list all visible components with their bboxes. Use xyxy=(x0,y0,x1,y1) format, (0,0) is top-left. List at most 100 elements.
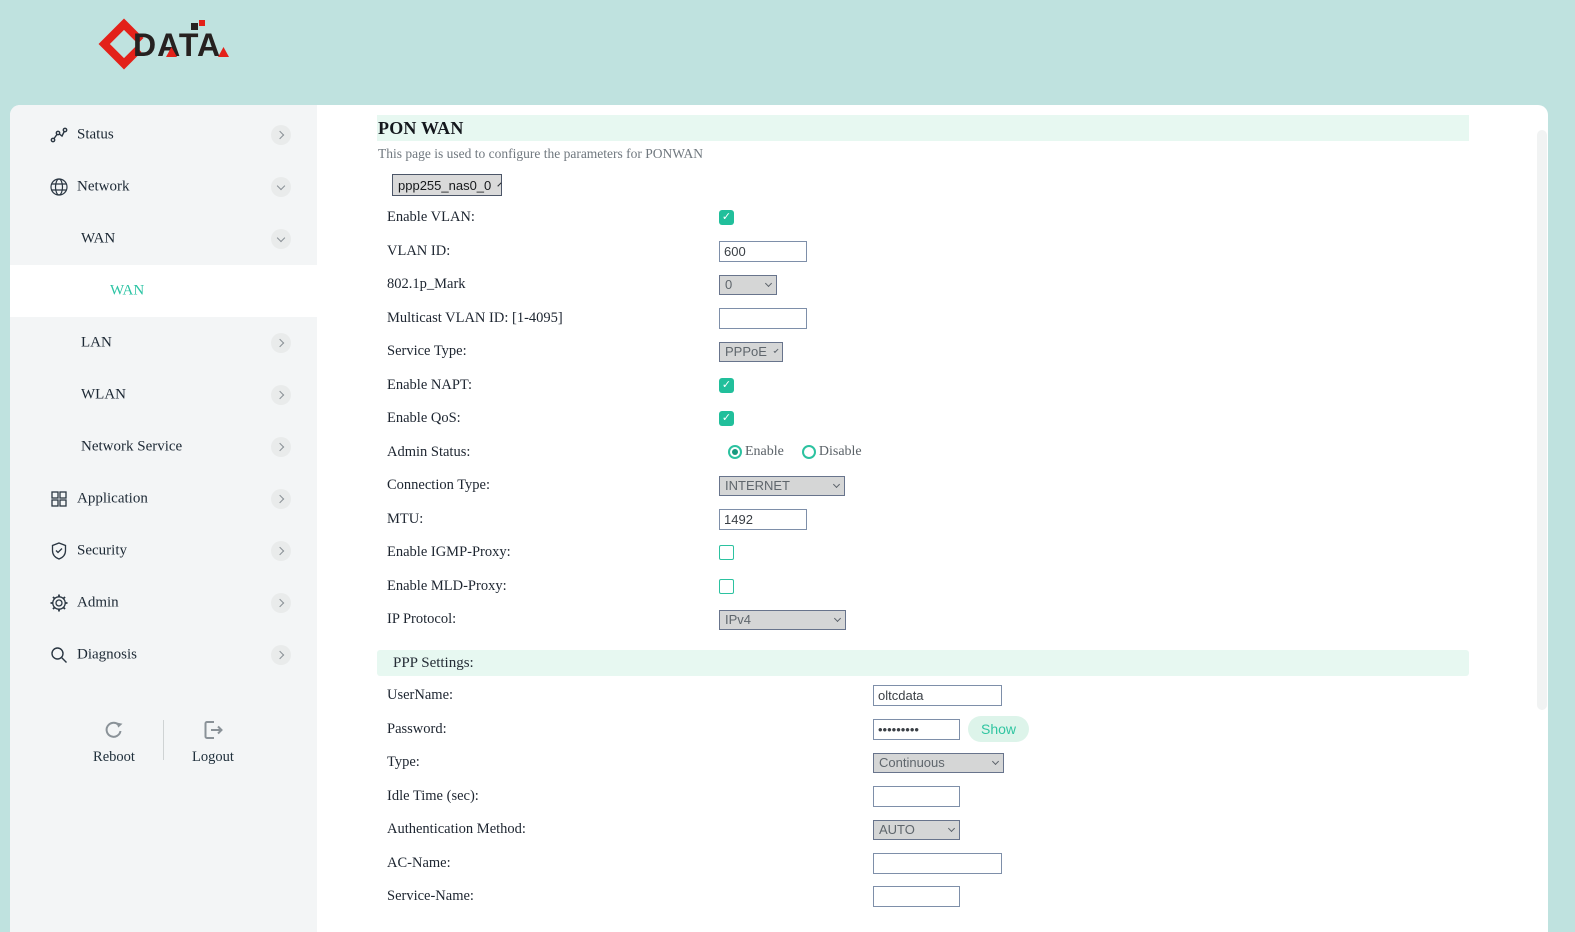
auth-method-select[interactable]: AUTO xyxy=(873,820,960,840)
field-label: 802.1p_Mark xyxy=(387,276,719,293)
ppp-settings-bar: PPP Settings: xyxy=(377,650,1469,676)
logo-mark-red xyxy=(199,20,205,26)
chevron-down-icon[interactable] xyxy=(271,229,291,249)
ac-name-input[interactable] xyxy=(873,853,1002,874)
p-mark-select[interactable]: 0 xyxy=(719,275,777,295)
chevron-right-icon[interactable] xyxy=(271,437,291,457)
admin-status-radio-group: Enable Disable xyxy=(728,444,880,460)
sidebar-item-label: Admin xyxy=(77,595,119,612)
username-row: UserName: xyxy=(387,679,1187,713)
field-label: Enable VLAN: xyxy=(387,209,719,226)
sidebar-item-status[interactable]: Status xyxy=(10,109,317,161)
sidebar-item-diagnosis[interactable]: Diagnosis xyxy=(10,629,317,681)
scrollbar-thumb[interactable] xyxy=(1537,130,1547,710)
field-label: Multicast VLAN ID: [1-4095] xyxy=(387,310,719,327)
field-label: VLAN ID: xyxy=(387,243,719,260)
footer-divider xyxy=(163,720,164,760)
enable-qos-row: Enable QoS: ✓ xyxy=(387,402,1187,436)
show-password-button[interactable]: Show xyxy=(968,716,1029,742)
select-value: IPv4 xyxy=(725,612,751,627)
ip-protocol-row: IP Protocol: IPv4 xyxy=(387,603,1187,637)
enable-vlan-row: Enable VLAN: ✓ xyxy=(387,201,1187,235)
service-name-row: Service-Name: xyxy=(387,880,1187,914)
sidebar-item-admin[interactable]: Admin xyxy=(10,577,317,629)
check-icon: ✓ xyxy=(722,212,731,223)
sidebar-item-application[interactable]: Application xyxy=(10,473,317,525)
enable-napt-checkbox[interactable]: ✓ xyxy=(719,378,734,393)
sidebar-item-label: Application xyxy=(77,491,148,508)
chevron-right-icon[interactable] xyxy=(271,645,291,665)
magnifier-icon xyxy=(49,645,69,665)
multicast-vlan-input[interactable] xyxy=(719,308,807,329)
sidebar-item-lan[interactable]: LAN xyxy=(10,317,317,369)
select-value: ppp255_nas0_0 xyxy=(398,178,491,193)
mtu-input[interactable] xyxy=(719,509,807,530)
sidebar-item-security[interactable]: Security xyxy=(10,525,317,577)
wan-interface-select[interactable]: ppp255_nas0_0 xyxy=(392,174,502,196)
ac-name-row: AC-Name: xyxy=(387,847,1187,881)
enable-igmp-checkbox[interactable] xyxy=(719,545,734,560)
select-value: 0 xyxy=(725,277,732,292)
sidebar-item-wlan[interactable]: WLAN xyxy=(10,369,317,421)
field-label: Service Type: xyxy=(387,343,719,360)
activity-icon xyxy=(49,125,69,145)
enable-mld-row: Enable MLD-Proxy: xyxy=(387,570,1187,604)
globe-icon xyxy=(49,177,69,197)
page-title: PON WAN xyxy=(378,118,464,139)
field-label: Idle Time (sec): xyxy=(387,788,873,805)
enable-vlan-checkbox[interactable]: ✓ xyxy=(719,210,734,225)
service-type-select[interactable]: PPPoE xyxy=(719,342,783,362)
app-panel: Status Network WAN WAN LAN xyxy=(10,105,1548,932)
sidebar-item-network-service[interactable]: Network Service xyxy=(10,421,317,473)
idle-time-input[interactable] xyxy=(873,786,960,807)
logout-button[interactable]: Logout xyxy=(180,718,246,766)
ppp-settings-form: UserName: Password: Show Type: Continuou… xyxy=(387,679,1187,914)
username-input[interactable] xyxy=(873,685,1002,706)
chevron-down-icon xyxy=(948,825,955,832)
sidebar-item-label: LAN xyxy=(81,335,112,352)
chevron-right-icon[interactable] xyxy=(271,333,291,353)
sidebar-item-label: Network Service xyxy=(81,439,182,456)
admin-disable-radio[interactable] xyxy=(802,445,816,459)
sidebar-item-wan-group[interactable]: WAN xyxy=(10,213,317,265)
admin-enable-radio[interactable] xyxy=(728,445,742,459)
chevron-down-icon xyxy=(773,348,778,353)
mtu-row: MTU: xyxy=(387,503,1187,537)
ppp-type-select[interactable]: Continuous xyxy=(873,753,1004,773)
cdata-logo: DATA xyxy=(104,14,234,76)
sidebar-item-network[interactable]: Network xyxy=(10,161,317,213)
ip-protocol-select[interactable]: IPv4 xyxy=(719,610,846,630)
radio-label: Enable xyxy=(745,444,784,460)
chevron-down-icon[interactable] xyxy=(271,177,291,197)
field-label: IP Protocol: xyxy=(387,611,719,628)
logo-mark-dark xyxy=(191,23,198,30)
ppp-type-row: Type: Continuous xyxy=(387,746,1187,780)
chevron-right-icon[interactable] xyxy=(271,541,291,561)
main-content: PON WAN This page is used to configure t… xyxy=(317,105,1548,932)
vlan-id-input[interactable] xyxy=(719,241,807,262)
chevron-right-icon[interactable] xyxy=(271,593,291,613)
field-label: Enable QoS: xyxy=(387,410,719,427)
chevron-right-icon[interactable] xyxy=(271,385,291,405)
sidebar-item-wan[interactable]: WAN xyxy=(10,265,317,317)
field-label: Service-Name: xyxy=(387,888,873,905)
service-name-input[interactable] xyxy=(873,886,960,907)
password-row: Password: Show xyxy=(387,713,1187,747)
chevron-right-icon[interactable] xyxy=(271,489,291,509)
select-value: Continuous xyxy=(879,755,945,770)
enable-qos-checkbox[interactable]: ✓ xyxy=(719,411,734,426)
enable-mld-checkbox[interactable] xyxy=(719,579,734,594)
auth-method-row: Authentication Method: AUTO xyxy=(387,813,1187,847)
field-label: Enable IGMP-Proxy: xyxy=(387,544,719,561)
chevron-down-icon xyxy=(765,280,772,287)
reboot-button[interactable]: Reboot xyxy=(81,718,147,766)
sidebar: Status Network WAN WAN LAN xyxy=(10,105,317,932)
password-input[interactable] xyxy=(873,719,960,740)
sidebar-item-label: Network xyxy=(77,179,130,196)
connection-type-select[interactable]: INTERNET xyxy=(719,476,845,496)
chevron-right-icon[interactable] xyxy=(271,125,291,145)
shield-icon xyxy=(49,541,69,561)
service-type-row: Service Type: PPPoE xyxy=(387,335,1187,369)
select-value: PPPoE xyxy=(725,344,767,359)
page-description: This page is used to configure the param… xyxy=(378,146,703,162)
